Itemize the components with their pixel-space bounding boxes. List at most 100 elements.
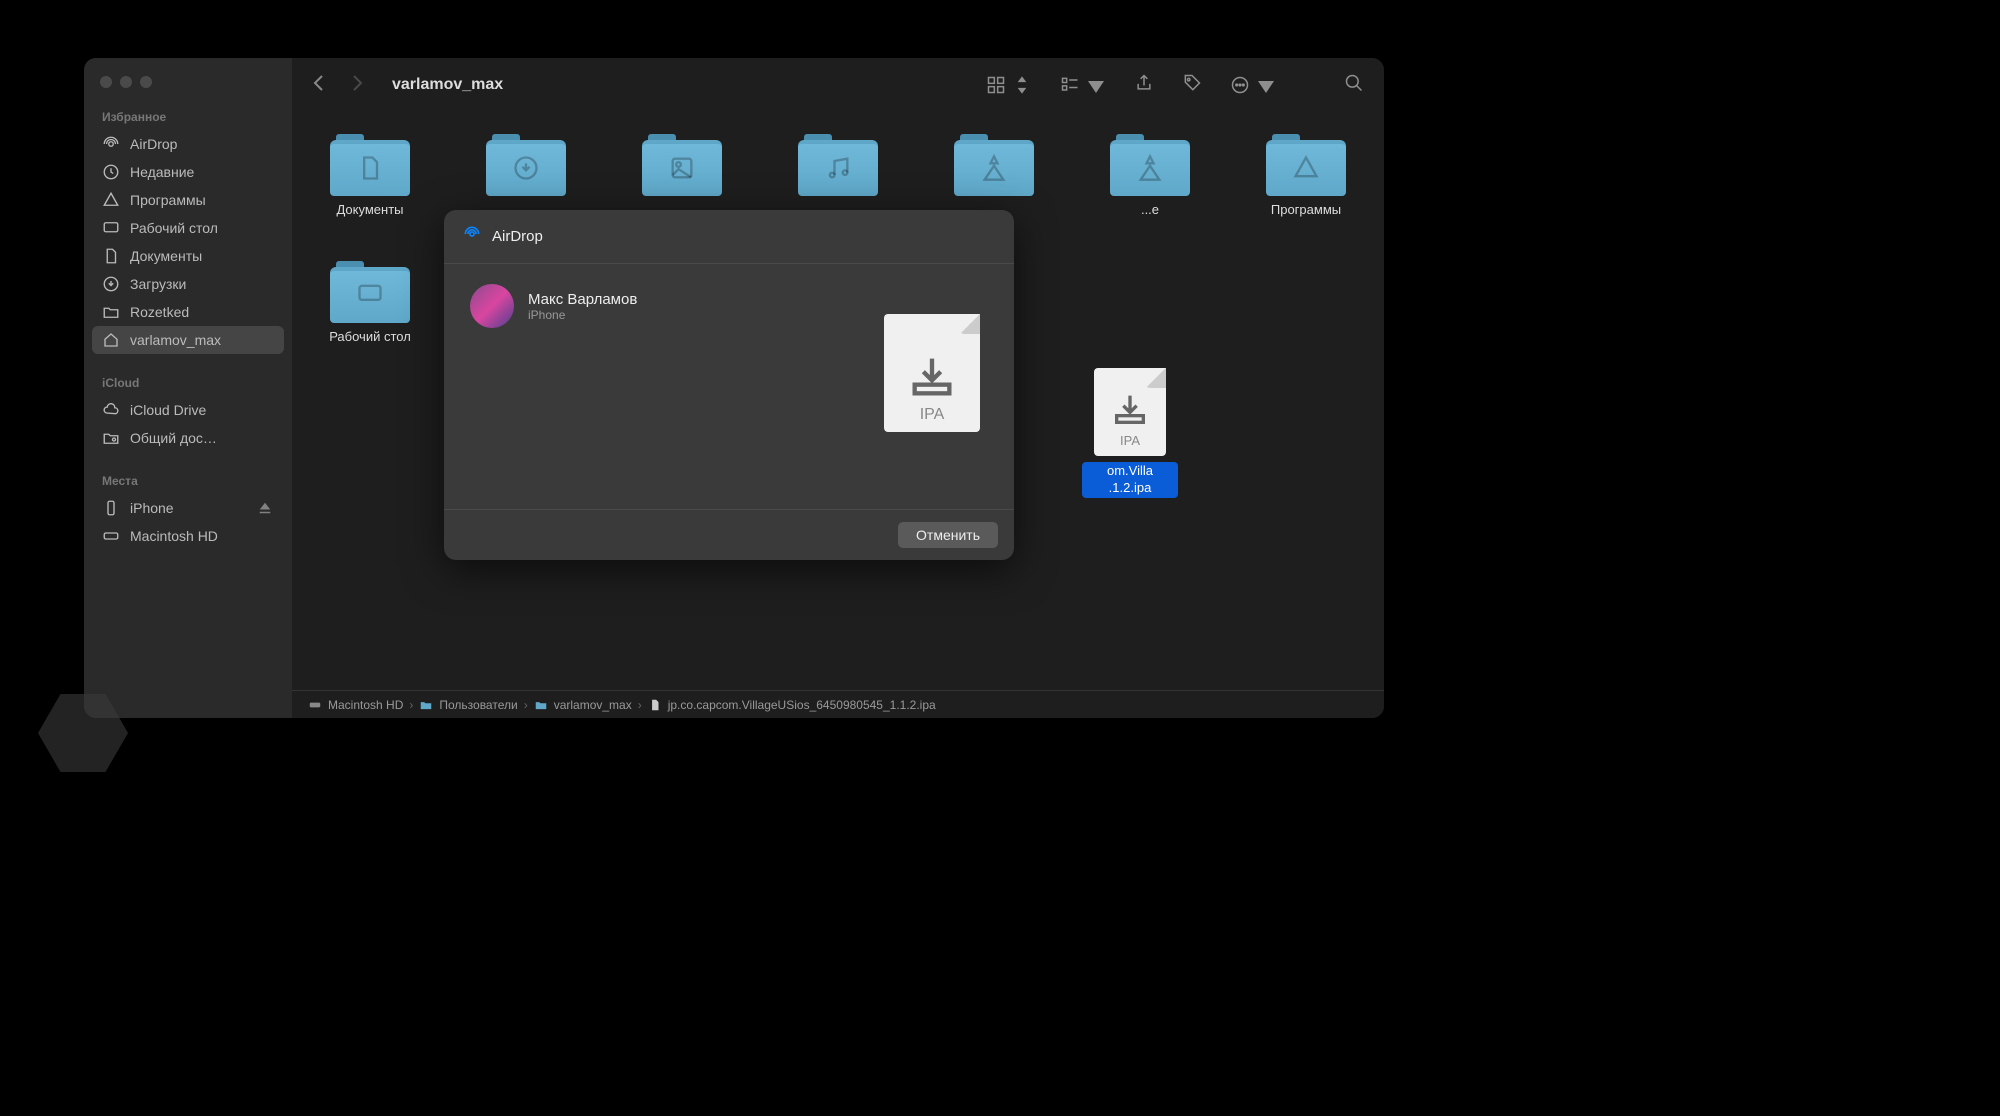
minimize-button[interactable] <box>120 76 132 88</box>
sidebar-item-documents[interactable]: Документы <box>84 242 292 270</box>
sidebar-header: Избранное <box>84 106 292 128</box>
ipa-file-icon: IPA <box>1094 368 1166 456</box>
sidebar-item-label: varlamov_max <box>130 332 221 348</box>
sidebar-section-locations: Места iPhone Macintosh HD <box>84 470 292 550</box>
folder-icon <box>419 698 433 712</box>
chevron-right-icon: › <box>524 698 528 712</box>
back-button[interactable] <box>312 73 326 98</box>
path-label: jp.co.capcom.VillageUSios_6450980545_1.1… <box>668 698 936 712</box>
sidebar-item-label: Macintosh HD <box>130 528 218 544</box>
sidebar-item-label: Общий дос… <box>130 430 217 446</box>
document-icon <box>102 247 120 265</box>
file-label: Программы <box>1271 202 1341 219</box>
search-icon[interactable] <box>1344 73 1364 98</box>
folder-icon <box>642 132 722 196</box>
file-extension: IPA <box>1120 433 1140 448</box>
sidebar-header: iCloud <box>84 372 292 394</box>
sidebar-item-downloads[interactable]: Загрузки <box>84 270 292 298</box>
path-segment[interactable]: Macintosh HD <box>308 698 403 712</box>
path-segment[interactable]: varlamov_max <box>534 698 632 712</box>
path-label: Macintosh HD <box>328 698 403 712</box>
sidebar-item-applications[interactable]: Программы <box>84 186 292 214</box>
action-menu-button[interactable] <box>1230 75 1276 95</box>
folder-documents[interactable]: Документы <box>322 132 418 219</box>
sidebar-section-favorites: Избранное AirDrop Недавние Программы Раб… <box>84 106 292 354</box>
folder-music[interactable] <box>790 132 886 219</box>
disk-icon <box>308 698 322 712</box>
forward-button[interactable] <box>350 73 364 98</box>
sidebar-section-icloud: iCloud iCloud Drive Общий дос… <box>84 372 292 452</box>
folder-applications[interactable]: Программы <box>1258 132 1354 219</box>
path-bar: Macintosh HD › Пользователи › varlamov_m… <box>292 690 1384 718</box>
airdrop-icon <box>102 135 120 153</box>
share-icon[interactable] <box>1134 73 1154 98</box>
cancel-button[interactable]: Отменить <box>898 522 998 548</box>
file-icon <box>648 698 662 712</box>
sidebar-item-recents[interactable]: Недавние <box>84 158 292 186</box>
chevron-right-icon: › <box>409 698 413 712</box>
folder-icon <box>798 132 878 196</box>
sidebar-item-desktop[interactable]: Рабочий стол <box>84 214 292 242</box>
folder-icon <box>330 259 410 323</box>
dialog-title: AirDrop <box>492 228 543 245</box>
folder-icon <box>1266 132 1346 196</box>
disk-icon <box>102 527 120 545</box>
sidebar-item-shared[interactable]: Общий дос… <box>84 424 292 452</box>
sidebar-item-label: AirDrop <box>130 136 177 152</box>
recipient-device: iPhone <box>528 308 637 322</box>
shared-icon <box>102 429 120 447</box>
eject-icon[interactable] <box>256 499 274 517</box>
file-preview: IPA <box>884 314 980 438</box>
sidebar-item-macintosh-hd[interactable]: Macintosh HD <box>84 522 292 550</box>
close-button[interactable] <box>100 76 112 88</box>
folder-downloads[interactable] <box>478 132 574 219</box>
recipient-name: Макс Варламов <box>528 291 637 308</box>
folder-pictures[interactable] <box>634 132 730 219</box>
group-button[interactable] <box>1060 75 1106 95</box>
folder-icon <box>954 132 1034 196</box>
tag-icon[interactable] <box>1182 73 1202 98</box>
sidebar-item-iphone[interactable]: iPhone <box>84 494 292 522</box>
file-label: ...е <box>1141 202 1159 219</box>
dialog-footer: Отменить <box>444 509 1014 560</box>
sidebar-item-home[interactable]: varlamov_max <box>92 326 284 354</box>
folder-icon <box>330 132 410 196</box>
sidebar-item-rozetked[interactable]: Rozetked <box>84 298 292 326</box>
file-label: Документы <box>336 202 403 219</box>
sidebar-item-label: Rozetked <box>130 304 189 320</box>
sidebar-item-label: iPhone <box>130 500 174 516</box>
airdrop-icon <box>462 224 482 249</box>
sidebar-item-label: iCloud Drive <box>130 402 206 418</box>
dialog-header: AirDrop <box>444 210 1014 264</box>
folder-icon <box>486 132 566 196</box>
cloud-icon <box>102 401 120 419</box>
file-ipa[interactable]: IPA om.Villa .1.2.ipa <box>1082 368 1178 498</box>
folder-icon <box>102 303 120 321</box>
maximize-button[interactable] <box>140 76 152 88</box>
path-segment[interactable]: jp.co.capcom.VillageUSios_6450980545_1.1… <box>648 698 936 712</box>
sidebar-item-airdrop[interactable]: AirDrop <box>84 130 292 158</box>
device-icon <box>102 499 120 517</box>
sidebar-item-label: Недавние <box>130 164 194 180</box>
path-segment[interactable]: Пользователи <box>419 698 517 712</box>
desktop-icon <box>102 219 120 237</box>
folder-public[interactable] <box>946 132 1042 219</box>
folder-desktop[interactable]: Рабочий стол <box>322 259 418 346</box>
apps-icon <box>102 191 120 209</box>
folder-icon <box>1110 132 1190 196</box>
sidebar-item-label: Загрузки <box>130 276 186 292</box>
path-label: varlamov_max <box>554 698 632 712</box>
file-extension: IPA <box>920 406 945 424</box>
folder-movies[interactable]: ...е <box>1102 132 1198 219</box>
view-icons-button[interactable] <box>986 75 1032 95</box>
toolbar: varlamov_max <box>292 58 1384 112</box>
file-label: om.Villa .1.2.ipa <box>1082 462 1178 498</box>
clock-icon <box>102 163 120 181</box>
file-label: Рабочий стол <box>329 329 411 346</box>
sidebar: Избранное AirDrop Недавние Программы Раб… <box>84 58 292 718</box>
home-icon <box>102 331 120 349</box>
traffic-lights <box>84 68 292 106</box>
sidebar-item-label: Документы <box>130 248 202 264</box>
window-title: varlamov_max <box>392 76 978 94</box>
sidebar-item-icloud-drive[interactable]: iCloud Drive <box>84 396 292 424</box>
